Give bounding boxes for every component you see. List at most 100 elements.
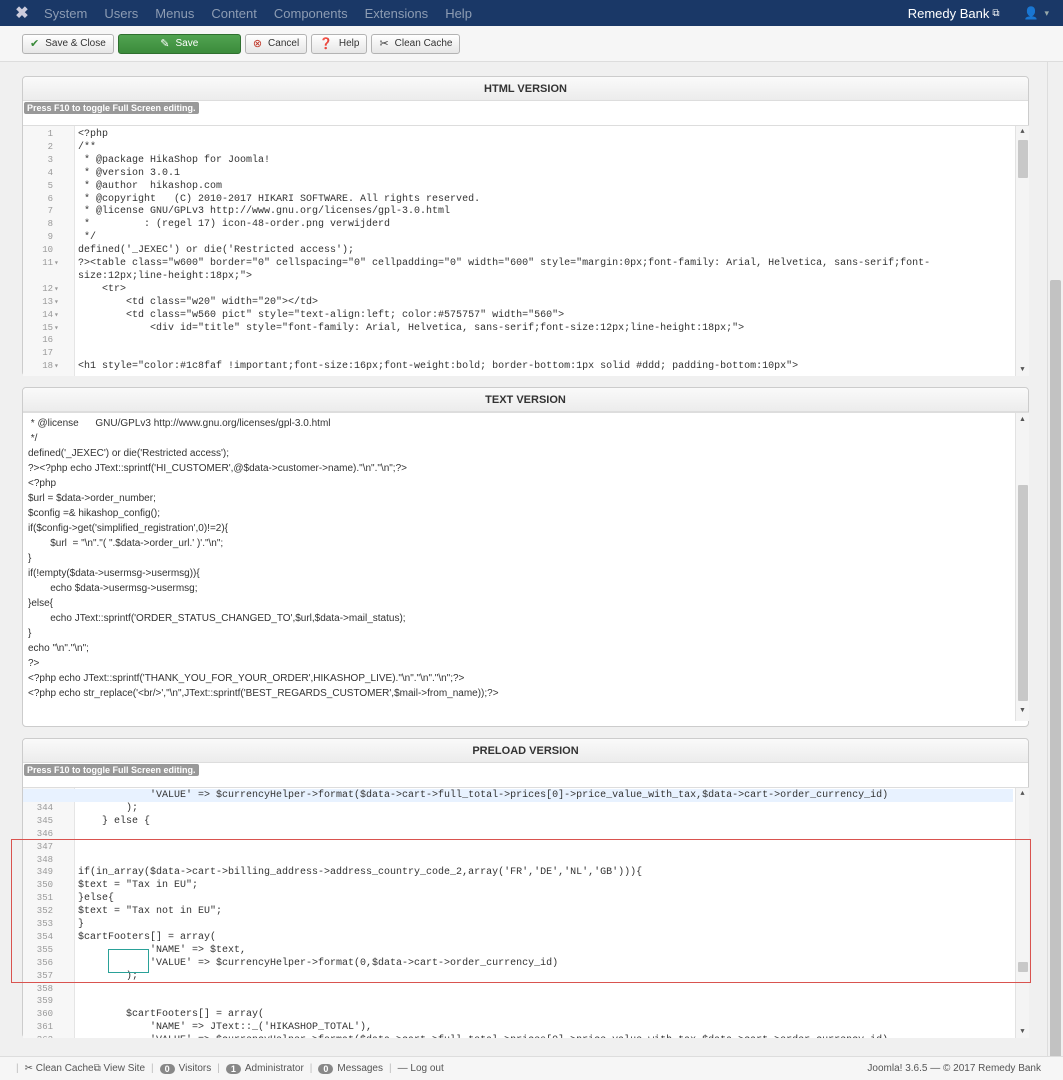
scroll-down-icon[interactable]: ▼ xyxy=(1016,707,1029,714)
code-line: 7 * @license GNU/GPLv3 http://www.gnu.or… xyxy=(23,205,1013,218)
site-name-link[interactable]: Remedy Bank xyxy=(908,6,990,21)
scroll-down-icon[interactable]: ▼ xyxy=(1016,1028,1029,1036)
top-menu-item-menus[interactable]: Menus xyxy=(155,6,194,21)
text-line: <?php echo JText::sprintf('THANK_YOU_FOR… xyxy=(28,673,465,684)
text-version-textarea[interactable]: ▲ ▼ * @license GNU/GPLv3 http://www.gnu.… xyxy=(23,412,1029,727)
question-icon: ❓ xyxy=(319,38,333,50)
user-icon[interactable]: 👤 xyxy=(1024,6,1039,20)
logout-link[interactable]: Log out xyxy=(410,1063,443,1074)
external-link-icon: ⧉ xyxy=(93,1063,101,1074)
fold-arrow-icon[interactable]: ▾ xyxy=(54,309,59,322)
code-text: 'VALUE' => $currencyHelper->format($data… xyxy=(78,790,889,801)
code-text: * @version 3.0.1 xyxy=(78,167,181,179)
text-line: ?><?php echo JText::sprintf('HI_CUSTOMER… xyxy=(28,463,407,474)
save-close-button[interactable]: ✔ Save & Close xyxy=(22,33,114,54)
text-line: echo JText::sprintf('ORDER_STATUS_CHANGE… xyxy=(28,613,406,624)
line-number: 7 xyxy=(47,206,53,217)
line-number: 18 xyxy=(42,361,53,372)
admin-count-badge: 1 xyxy=(225,1063,241,1074)
fold-arrow-icon[interactable]: ▾ xyxy=(54,322,59,335)
code-line: 344 ); xyxy=(23,802,1013,815)
chevron-down-icon[interactable]: ▾ xyxy=(1044,8,1049,19)
save-label: Save xyxy=(175,38,199,49)
visitors-link[interactable]: Visitors xyxy=(179,1063,212,1074)
code-text: <td class="w560 pict" style="text-align:… xyxy=(78,309,565,321)
code-line: 360 $cartFooters[] = array( xyxy=(23,1008,1013,1021)
joomla-icon[interactable]: ✖ xyxy=(0,0,44,26)
scroll-down-icon[interactable]: ▼ xyxy=(1016,366,1029,374)
cancel-label: Cancel xyxy=(268,38,300,49)
code-line: 362 'VALUE' => $currencyHelper->format($… xyxy=(23,1034,1013,1038)
fullscreen-hint: Press F10 to toggle Full Screen editing. xyxy=(24,102,199,114)
top-menu-item-system[interactable]: System xyxy=(44,6,87,21)
code-text: * @author hikashop.com xyxy=(78,180,223,192)
line-number: 15 xyxy=(42,322,53,333)
fold-arrow-icon[interactable]: ▾ xyxy=(54,257,59,270)
text-line: <?php echo str_replace('<br/>',"\n",JTex… xyxy=(28,688,499,699)
code-line: 11 ▾ ?><table class="w600" border="0" cell… xyxy=(23,257,1013,270)
scroll-up-icon[interactable]: ▲ xyxy=(1016,416,1029,423)
text-version-panel: TEXT VERSION ▲ ▼ * @license GNU/GPLv3 ht… xyxy=(22,387,1029,727)
line-number: 5 xyxy=(47,180,53,191)
code-text: 'VALUE' => $currencyHelper->format($data… xyxy=(78,1034,888,1038)
code-line: 18 ▾ <h1 style="color:#1c8faf !important;f… xyxy=(23,360,1013,373)
code-line: 'VALUE' => $currencyHelper->format($data… xyxy=(23,789,1013,802)
line-number: 13 xyxy=(42,296,53,307)
cancel-button[interactable]: ⊗ Cancel xyxy=(244,33,308,54)
text-line: */ xyxy=(28,433,38,444)
text-line: } xyxy=(28,553,32,564)
status-clean-cache-link[interactable]: Clean Cache xyxy=(36,1063,94,1074)
code-line: size:12px;line-height:18px;"> xyxy=(23,270,1013,283)
html-code-editor[interactable]: ▲ ▼ 1 <?php 2/** 3 * @package HikaShop for … xyxy=(23,125,1029,376)
clean-cache-button[interactable]: ✂ Clean Cache xyxy=(371,33,461,54)
code-text: * @copyright (C) 2010-2017 HIKARI SOFTWA… xyxy=(78,193,481,205)
topbar-right: Remedy Bank ⧉ 👤 ▾ xyxy=(908,6,1049,21)
messages-link[interactable]: Messages xyxy=(337,1063,383,1074)
top-menu-item-users[interactable]: Users xyxy=(104,6,138,21)
text-line: $url = $data->order_number; xyxy=(28,493,156,504)
top-menu-item-components[interactable]: Components xyxy=(274,6,348,21)
code-line: 5 * @author hikashop.com xyxy=(23,180,1013,193)
top-menu-item-help[interactable]: Help xyxy=(445,6,472,21)
fold-arrow-icon[interactable]: ▾ xyxy=(54,360,59,373)
code-line: 3 * @package HikaShop for Joomla! xyxy=(23,154,1013,167)
messages-count-badge: 0 xyxy=(318,1063,334,1074)
toolbar: ✔ Save & Close ✎ Save ⊗ Cancel ❓ Help ✂ Clean… xyxy=(0,26,1063,62)
scroll-thumb[interactable] xyxy=(1018,485,1028,701)
code-line: 361 'NAME' => JText::_('HIKASHOP_TOTAL')… xyxy=(23,1021,1013,1034)
broom-icon: ✂ xyxy=(379,38,389,50)
text-line: if($config->get('simplified_registration… xyxy=(28,523,229,534)
code-text: /** xyxy=(78,141,97,153)
line-number: 361 xyxy=(36,1022,53,1033)
fold-arrow-icon[interactable]: ▾ xyxy=(54,283,59,296)
line-number: 345 xyxy=(36,815,53,826)
fold-arrow-icon[interactable]: ▾ xyxy=(54,296,59,309)
help-button[interactable]: ❓ Help xyxy=(311,33,368,54)
code-line: 14 ▾ <td class="w560 pict" style="text-al… xyxy=(23,309,1013,322)
scroll-up-icon[interactable]: ▲ xyxy=(1016,790,1029,798)
code-scrollbar[interactable]: ▲ ▼ xyxy=(1015,126,1029,376)
text-line: $url = "\n"."( ".$data->order_url.' )'."… xyxy=(28,538,224,549)
administrator-link[interactable]: Administrator xyxy=(245,1063,304,1074)
code-text: * @license GNU/GPLv3 http://www.gnu.org/… xyxy=(78,206,451,218)
text-line: defined('_JEXEC') or die('Restricted acc… xyxy=(28,448,230,459)
page-scroll-thumb[interactable] xyxy=(1050,280,1061,1060)
page-scrollbar[interactable] xyxy=(1047,62,1063,1062)
view-site-link[interactable]: View Site xyxy=(104,1063,146,1074)
code-text: */ xyxy=(78,232,97,244)
code-line: 16 xyxy=(23,334,1013,347)
top-menu-item-extensions[interactable]: Extensions xyxy=(365,6,429,21)
code-line: 4 * @version 3.0.1 xyxy=(23,167,1013,180)
fullscreen-hint: Press F10 to toggle Full Screen editing. xyxy=(24,764,199,776)
scroll-up-icon[interactable]: ▲ xyxy=(1016,128,1029,136)
scroll-thumb[interactable] xyxy=(1018,140,1028,178)
status-bar: | ✂ Clean Cache ⧉ View Site | 0 Visitors… xyxy=(0,1056,1063,1080)
line-number: 360 xyxy=(36,1009,53,1020)
text-scrollbar[interactable]: ▲ ▼ xyxy=(1015,413,1029,721)
top-menu-item-content[interactable]: Content xyxy=(211,6,257,21)
code-text: $cartFooters[] = array( xyxy=(78,1009,265,1021)
save-button[interactable]: ✎ Save xyxy=(117,33,241,54)
line-number: 359 xyxy=(36,996,53,1007)
line-number: 17 xyxy=(42,348,53,359)
code-line: 17 xyxy=(23,347,1013,360)
